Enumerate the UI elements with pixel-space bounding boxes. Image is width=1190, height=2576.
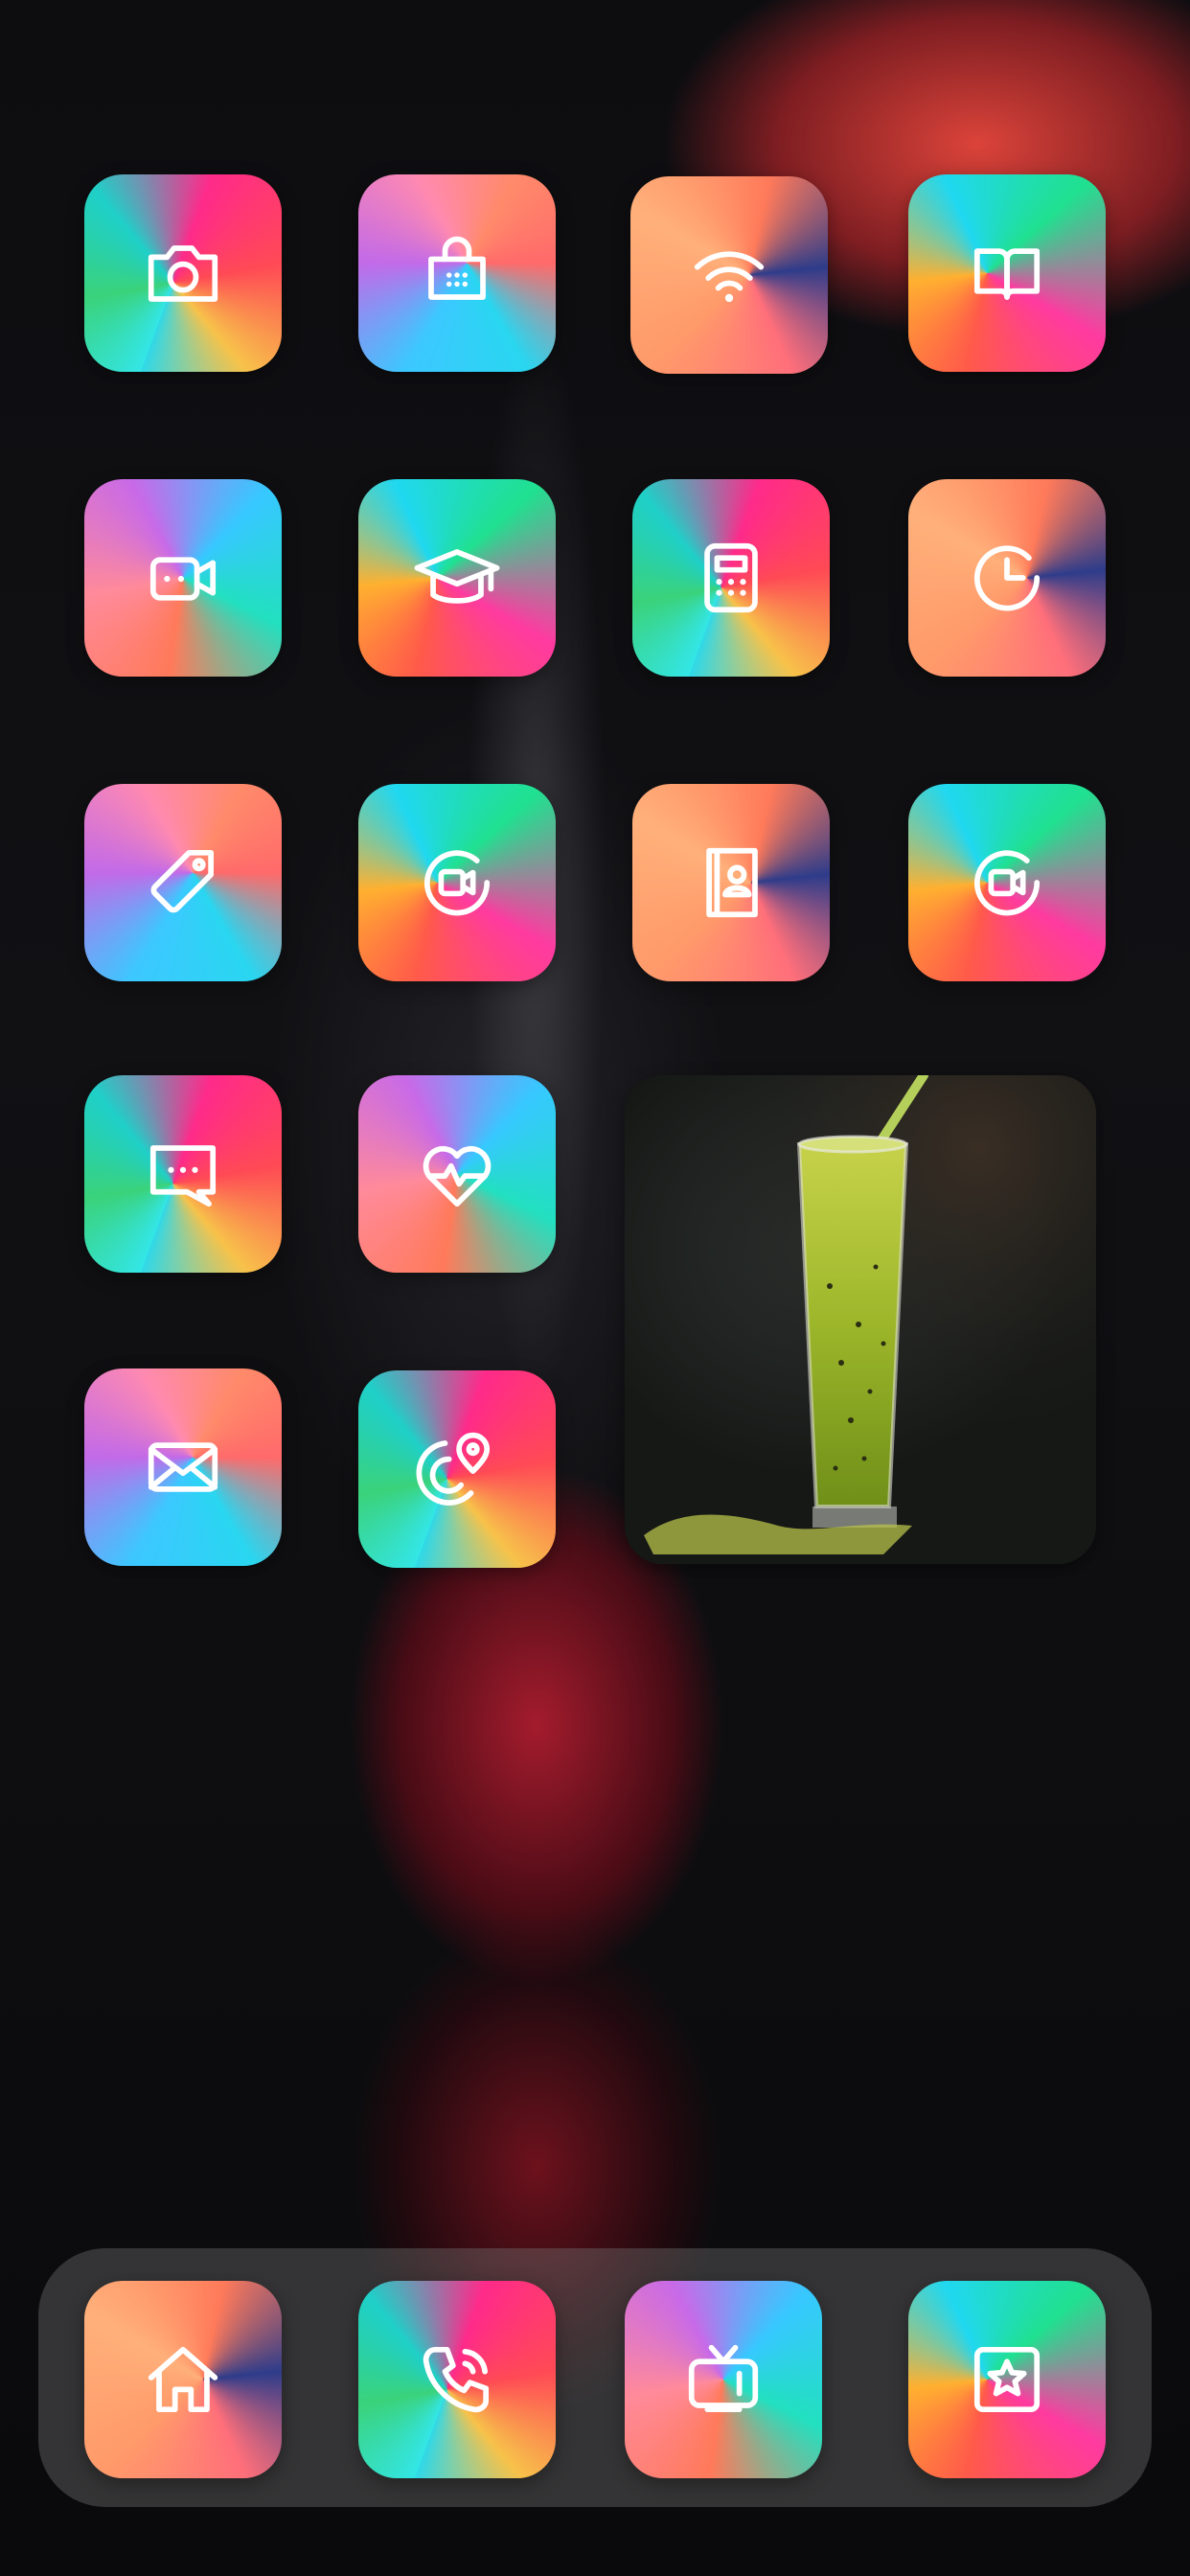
video-record-icon [973,850,1041,916]
video-recorder-app-2[interactable] [908,784,1106,981]
phone-icon [423,2346,490,2413]
dock-phone-app[interactable] [358,2281,556,2478]
messages-app[interactable] [84,1075,282,1273]
mail-app[interactable] [84,1368,282,1566]
wifi-icon [694,251,765,303]
store-app[interactable] [358,174,556,372]
dock-favorites-app[interactable] [908,2281,1106,2478]
book-icon [973,248,1041,300]
smoothie-photo [625,1075,1096,1564]
home-icon [148,2346,218,2413]
dock-tv-app[interactable] [625,2281,822,2478]
contacts-book-icon [706,847,758,918]
clock-app[interactable] [908,479,1106,677]
photo-widget[interactable] [625,1075,1096,1564]
camera-icon [148,245,218,302]
mail-icon [148,1442,218,1492]
education-app[interactable] [358,479,556,677]
tag-icon [150,849,214,913]
home-screen [0,0,1190,2576]
star-icon [973,2346,1041,2413]
facetime-app[interactable] [84,479,282,677]
calculator-app[interactable] [632,479,830,677]
health-app[interactable] [358,1075,556,1273]
wifi-app[interactable] [630,176,828,374]
video-camera-icon [149,557,217,601]
clock-icon [973,545,1041,611]
maps-app[interactable] [358,1370,556,1568]
camera-app[interactable] [84,174,282,372]
calculator-icon [704,542,758,613]
message-icon [149,1145,217,1208]
location-icon [416,1432,491,1506]
tv-icon [688,2344,759,2413]
dock [38,2248,1152,2507]
store-icon [428,236,486,300]
heart-pulse-icon [423,1145,492,1208]
video-record-icon [423,850,491,916]
books-app[interactable] [908,174,1106,372]
graduation-cap-icon [414,549,500,604]
contacts-app[interactable] [632,784,830,981]
dock-home-app[interactable] [84,2281,282,2478]
video-recorder-app[interactable] [358,784,556,981]
tags-app[interactable] [84,784,282,981]
